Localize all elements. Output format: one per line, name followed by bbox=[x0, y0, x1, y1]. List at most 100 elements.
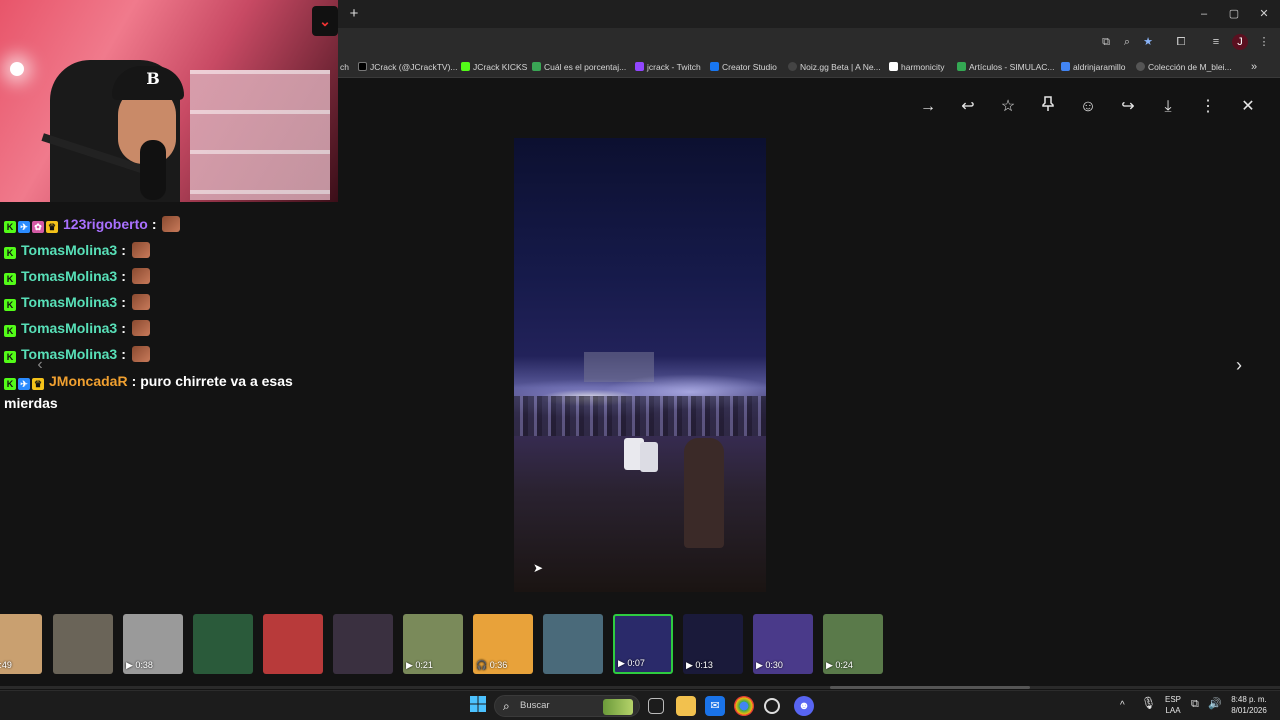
thumbnail-item[interactable] bbox=[53, 614, 113, 674]
chat-message: K TomasMolina3: bbox=[4, 265, 150, 287]
chrome-menu-icon[interactable]: ⋮ bbox=[1256, 34, 1272, 50]
install-app-icon[interactable]: ⧉ bbox=[1098, 34, 1114, 50]
bookmark-item[interactable]: Artículos - SIMULAC... bbox=[957, 60, 1055, 74]
chat-username[interactable]: TomasMolina3 bbox=[21, 320, 117, 336]
tray-expand-icon[interactable]: ^ bbox=[1120, 700, 1125, 711]
file-explorer-icon[interactable] bbox=[676, 696, 696, 716]
chrome-icon[interactable] bbox=[734, 696, 754, 716]
discord-icon[interactable]: ☻ bbox=[794, 696, 814, 716]
thumbnail-scrollbar[interactable] bbox=[0, 686, 1280, 689]
minimize-button[interactable]: – bbox=[1189, 4, 1219, 24]
restore-button[interactable]: ▢ bbox=[1219, 4, 1249, 24]
more-options-icon[interactable]: ⋮ bbox=[1197, 96, 1219, 118]
language-indicator[interactable]: ESP LAA bbox=[1163, 694, 1183, 716]
pin-icon[interactable] bbox=[1037, 96, 1059, 118]
network-icon[interactable]: ⧉ bbox=[1191, 699, 1199, 710]
thumbnail-item[interactable]: ▶ 0:13 bbox=[683, 614, 743, 674]
ring-light bbox=[10, 62, 24, 76]
chat-emote-icon bbox=[131, 346, 150, 362]
app-icon[interactable] bbox=[764, 698, 780, 714]
bookmark-label: JCrack (@JCrackTV)... bbox=[370, 62, 458, 72]
mail-icon[interactable]: ✉ bbox=[705, 696, 725, 716]
bookmark-item[interactable]: Creator Studio bbox=[710, 60, 777, 74]
thumbnail-item[interactable] bbox=[193, 614, 253, 674]
thumbnail-item[interactable]: 🎧 0:36 bbox=[473, 614, 533, 674]
video-frame[interactable] bbox=[514, 138, 766, 592]
thumbnail-duration: 0:21 bbox=[415, 660, 433, 670]
chat-emote-icon bbox=[131, 294, 150, 310]
chat-username[interactable]: TomasMolina3 bbox=[21, 242, 117, 258]
chat-overlay: K ✈ ✿ ♛ 123rigoberto: K TomasMolina3: K TomasMol… bbox=[0, 202, 340, 412]
chat-username[interactable]: TomasMolina3 bbox=[21, 268, 117, 284]
video-camera-icon: ▶ bbox=[756, 660, 766, 670]
forward-arrow-icon[interactable]: → bbox=[917, 96, 939, 118]
close-window-button[interactable]: ✕ bbox=[1249, 4, 1279, 24]
profile-avatar-icon[interactable]: J bbox=[1232, 34, 1248, 50]
thumbnail-duration: 0:07 bbox=[627, 658, 645, 668]
chat-badge-icon: K bbox=[4, 299, 16, 311]
thumbnail-item[interactable] bbox=[333, 614, 393, 674]
bookmark-label: aldrinjaramillo bbox=[1073, 62, 1126, 72]
bookmarks-overflow-button[interactable]: » bbox=[1251, 60, 1257, 74]
extensions-icon[interactable]: ⧠ bbox=[1173, 34, 1189, 50]
windows-start-icon[interactable] bbox=[468, 696, 488, 716]
video-chair bbox=[640, 442, 658, 472]
thumbnail-item[interactable]: ▶ 0:07 bbox=[613, 614, 673, 674]
chat-separator: : bbox=[121, 320, 126, 336]
next-media-button[interactable]: › bbox=[1228, 354, 1250, 376]
site-favicon-icon bbox=[1061, 62, 1070, 71]
emoji-icon[interactable]: ☺ bbox=[1077, 96, 1099, 118]
chat-badge-icon: K bbox=[4, 378, 16, 390]
bookmark-label: jcrack - Twitch bbox=[647, 62, 701, 72]
bookmark-item[interactable]: jcrack - Twitch bbox=[635, 60, 701, 74]
thumbnail-item[interactable]: ▶ 0:49 bbox=[0, 614, 42, 674]
task-view-icon[interactable] bbox=[648, 698, 664, 714]
volume-icon[interactable]: 🔊 bbox=[1208, 699, 1222, 710]
mouse-cursor-icon: ➤ bbox=[533, 561, 544, 575]
bookmark-item[interactable]: JCrack KICKS bbox=[461, 60, 527, 74]
star-icon[interactable]: ☆ bbox=[997, 96, 1019, 118]
chat-username[interactable]: JMoncadaR bbox=[49, 373, 128, 389]
thumbnail-item[interactable] bbox=[263, 614, 323, 674]
download-icon[interactable]: ⤓ bbox=[1157, 96, 1179, 118]
search-highlight-art bbox=[603, 699, 633, 715]
chat-badge-icon: K bbox=[4, 325, 16, 337]
cap-logo: B bbox=[146, 69, 160, 88]
chat-username[interactable]: TomasMolina3 bbox=[21, 346, 117, 362]
document-icon bbox=[889, 62, 898, 71]
media-controls-icon[interactable]: ≡ bbox=[1208, 34, 1224, 50]
scrollbar-thumb[interactable] bbox=[830, 686, 1030, 689]
share-forward-icon[interactable]: ↪ bbox=[1117, 96, 1139, 118]
bookmark-item[interactable]: aldrinjaramillo bbox=[1061, 60, 1125, 74]
bookmark-item[interactable]: harmonicity bbox=[889, 60, 944, 74]
zoom-icon[interactable]: ⌕ bbox=[1119, 34, 1135, 50]
bookmark-item[interactable]: JCrack (@JCrackTV)... bbox=[358, 60, 458, 74]
chat-username[interactable]: 123rigoberto bbox=[63, 216, 148, 232]
thumbnail-item[interactable]: ▶ 0:24 bbox=[823, 614, 883, 674]
microphone bbox=[140, 140, 166, 200]
thumbnail-label: ▶ 0:49 bbox=[0, 660, 12, 671]
bookmark-item[interactable]: Noiz.gg Beta | A Ne... bbox=[788, 60, 881, 74]
noiz-logo-icon bbox=[788, 62, 797, 71]
new-tab-button[interactable]: + bbox=[345, 5, 363, 23]
pin-glyph bbox=[1042, 96, 1054, 111]
taskbar-search[interactable]: ⌕ Buscar bbox=[494, 695, 640, 717]
bookmark-item[interactable]: Cuál es el porcentaj... bbox=[532, 60, 626, 74]
thumbnail-item[interactable]: ▶ 0:38 bbox=[123, 614, 183, 674]
bookmark-item[interactable]: ch bbox=[340, 60, 349, 74]
clock[interactable]: 8:48 p. m. 8/01/2026 bbox=[1226, 694, 1272, 716]
microphone-icon[interactable]: 🎙 bbox=[1141, 697, 1156, 709]
close-icon[interactable]: ✕ bbox=[1237, 96, 1259, 118]
chat-badge-icon: ✈ bbox=[18, 221, 30, 233]
chat-message-text: puro chirrete va a esas mierdas bbox=[4, 373, 293, 411]
bookmark-item[interactable]: Colección de M_blei... bbox=[1136, 60, 1232, 74]
thumbnail-item[interactable]: ▶ 0:30 bbox=[753, 614, 813, 674]
chat-username[interactable]: TomasMolina3 bbox=[21, 294, 117, 310]
thumbnail-item[interactable]: ▶ 0:21 bbox=[403, 614, 463, 674]
thumbnail-item[interactable] bbox=[543, 614, 603, 674]
bookmark-star-icon[interactable]: ★ bbox=[1140, 34, 1156, 50]
reply-icon[interactable]: ↩ bbox=[957, 96, 979, 118]
bookmark-label: Artículos - SIMULAC... bbox=[969, 62, 1055, 72]
google-drive-icon bbox=[957, 62, 966, 71]
facebook-logo-icon bbox=[710, 62, 719, 71]
